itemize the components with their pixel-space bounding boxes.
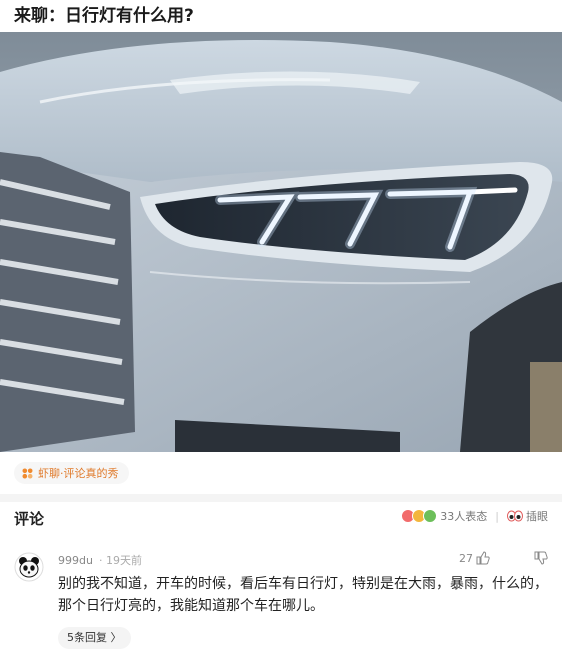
comments-header: 评论 33人表态 | 插眼 <box>0 504 562 532</box>
headlight-image <box>0 32 562 452</box>
topic-tag-label: 虾聊·评论真的秀 <box>38 467 119 480</box>
comment-item: 999du · 19天前 27 别的我不知道，开车的时候，看后车有日行灯，特别是在… <box>0 546 562 662</box>
page-title: 来聊：日行灯有什么用? <box>14 6 194 26</box>
view-label: 插眼 <box>526 510 548 523</box>
like-count: 27 <box>459 551 473 565</box>
panda-avatar-icon <box>14 552 44 582</box>
comment-text: 别的我不知道，开车的时候，看后车有日行灯，特别是在大雨，暴雨，什么的，那个日行灯… <box>58 576 548 614</box>
replies-button[interactable]: 5条回复 〉 <box>58 627 131 649</box>
eyes-icon <box>507 510 523 522</box>
reactions-bar[interactable]: 33人表态 | 插眼 <box>401 508 548 524</box>
reaction-count: 33人表态 <box>440 510 488 523</box>
comments-title: 评论 <box>14 510 45 528</box>
topic-tag[interactable]: 虾聊·评论真的秀 <box>14 462 129 484</box>
car-headlight-photo[interactable] <box>0 32 562 452</box>
thumb-up-icon <box>476 551 490 565</box>
comment-time: · 19天前 <box>98 554 142 567</box>
reaction-face-icon <box>423 509 438 523</box>
thumb-down-icon[interactable] <box>534 551 548 565</box>
grid-icon <box>22 468 33 478</box>
comment-meta: 999du · 19天前 <box>58 552 142 568</box>
section-divider <box>0 494 562 502</box>
avatar[interactable] <box>14 552 44 582</box>
comment-author[interactable]: 999du <box>58 554 93 567</box>
like-button[interactable]: 27 <box>459 551 490 565</box>
separator: | <box>495 509 499 523</box>
